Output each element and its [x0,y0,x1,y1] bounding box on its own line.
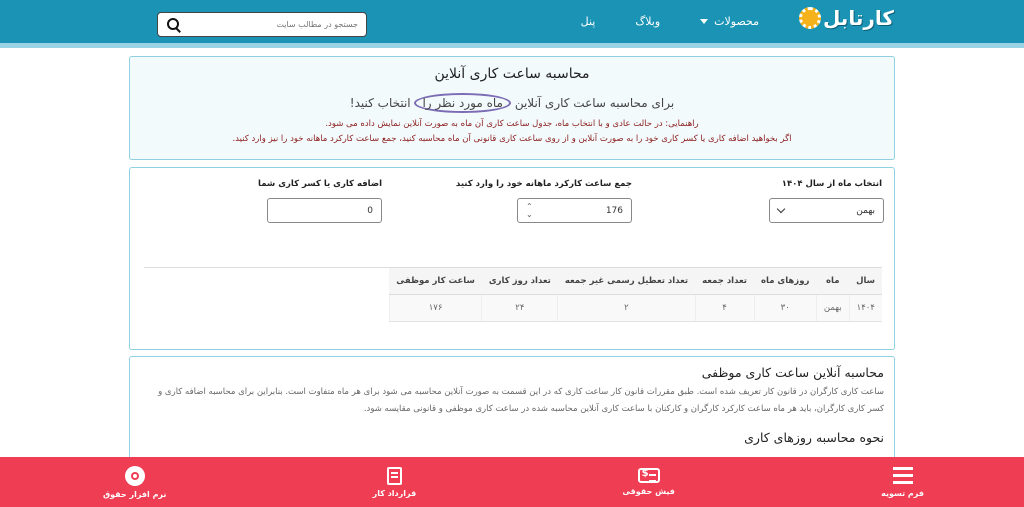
subtitle-before: برای محاسبه ساعت کاری آنلاین [514,96,675,110]
month-select[interactable]: بهمن [769,198,884,223]
month-select-value: بهمن [856,205,875,216]
month-label: انتخاب ماه از سال ۱۴۰۴ [781,179,882,189]
table-header-cell: ماه [816,268,850,295]
hours-input[interactable]: ⌃ ⌄ 176 [517,198,632,223]
bottom-bar: فرم تسویه فیش حقوقی قرارداد کار نرم افزا… [0,457,1024,507]
subtitle-after: انتخاب کنید! [349,96,411,110]
calculator-panel: انتخاب ماه از سال ۱۴۰۴ بهمن جمع ساعت کار… [129,167,895,350]
hint-text-1: راهنمایی: در حالت عادی و با انتخاب ماه، … [325,119,699,129]
site-header: کارتابل محصولات وبلاگ پنل [0,0,1024,48]
table-cell: ۴ [694,294,754,322]
table-row: ۱۴۰۴ بهمن ۳۰ ۴ ۲ ۲۴ ۱۷۶ [388,294,882,322]
hours-label: جمع ساعت کارکرد ماهانه خود را وارد کنید [455,179,632,189]
nav-panel-label: پنل [580,15,596,28]
table-cell: ۱۴۰۴ [848,294,882,322]
extra-hours-input[interactable]: 0 [267,198,382,223]
chevron-down-icon [776,204,786,214]
table-header-cell: تعداد روز کاری [481,268,558,295]
logo-text: کارتابل [822,6,894,30]
table-header-row: سال ماه روزهای ماه تعداد جمعه تعداد تعطی… [389,268,882,295]
nav-products[interactable]: محصولات [700,15,759,28]
search-box [157,12,367,37]
search-input[interactable] [182,20,358,29]
gear-logo-icon [798,7,821,29]
table-header-cell: روزهای ماه [754,268,817,295]
bottom-item-label: نرم افزار حقوق [103,489,167,499]
article-paragraph-1: ساعت کاری کارگران در قانون کار تعریف شده… [158,387,884,414]
site-logo[interactable]: کارتابل [798,6,894,30]
bottom-item-contract[interactable]: قرارداد کار [372,457,417,507]
bottom-item-settlement-form[interactable]: فرم تسویه [881,457,924,507]
spinner-icon[interactable]: ⌃ ⌄ [526,202,533,219]
article-heading-1: محاسبه آنلاین ساعت کاری موظفی [701,365,884,380]
payslip-icon [637,468,660,483]
bottom-item-payroll-software[interactable]: نرم افزار حقوق [103,457,166,507]
nav-products-label: محصولات [714,15,759,28]
extra-label: اضافه کاری یا کسر کاری شما [258,179,382,189]
work-hours-table-wrap: سال ماه روزهای ماه تعداد جمعه تعداد تعطی… [144,267,882,322]
search-icon[interactable] [166,17,182,33]
caret-down-icon [700,19,709,24]
hours-input-value: 176 [605,205,623,216]
nav-blog[interactable]: وبلاگ [635,15,660,28]
nav-panel[interactable]: پنل [581,15,596,28]
software-disc-icon [124,465,145,486]
list-icon [892,466,913,485]
nav-blog-label: وبلاگ [635,15,661,28]
table-cell: ۲۴ [481,294,558,322]
bottom-item-label: فرم تسویه [881,488,924,498]
contract-icon [386,466,402,485]
table-header-cell: ساعت کار موظفی [389,268,482,295]
extra-input-value: 0 [367,205,373,216]
table-header-cell: سال [849,268,882,295]
table-cell: بهمن [815,294,850,322]
bottom-item-payslip[interactable]: فیش حقوقی [622,457,675,507]
work-hours-table: سال ماه روزهای ماه تعداد جمعه تعداد تعطی… [388,268,882,322]
table-header-cell: تعداد تعطیل رسمی غیر جمعه [557,268,696,295]
header-strip [0,43,1024,48]
page-title: محاسبه ساعت کاری آنلاین [434,66,590,82]
bottom-item-label: قرارداد کار [372,488,417,498]
table-cell: ۲ [557,294,696,322]
bottom-item-label: فیش حقوقی [622,487,675,496]
article-panel: محاسبه آنلاین ساعت کاری موظفی ساعت کاری … [129,356,895,466]
table-cell: ۱۷۶ [388,294,482,322]
table-header-cell: تعداد جمعه [695,268,754,295]
hint-text-2: اگر بخواهید اضافه کاری یا کسر کاری خود ر… [232,134,792,144]
subtitle-highlight: ماه مورد نظر را [414,93,511,113]
intro-subtitle: برای محاسبه ساعت کاری آنلاین ماه مورد نظ… [349,93,675,113]
main-nav: محصولات وبلاگ پنل [581,0,759,43]
intro-panel: محاسبه ساعت کاری آنلاین برای محاسبه ساعت… [129,56,895,160]
article-heading-2: نحوه محاسبه روزهای کاری [744,430,884,445]
table-cell: ۳۰ [753,294,817,322]
